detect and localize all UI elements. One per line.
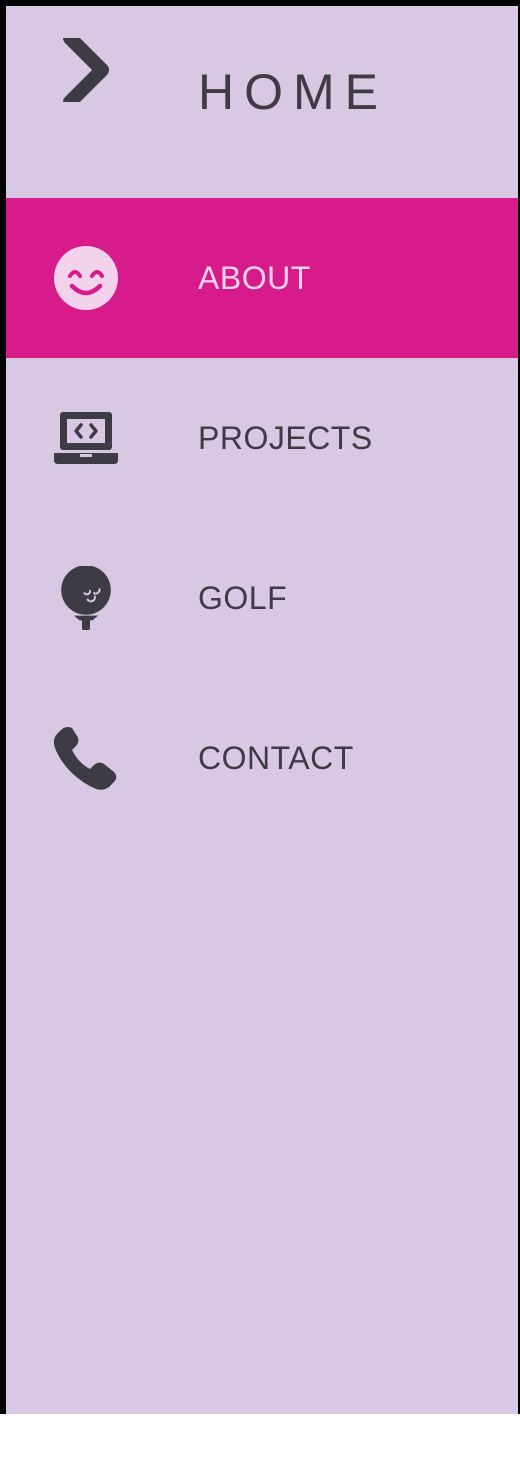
- sidebar-item-label: GOLF: [198, 580, 288, 616]
- sidebar-item-contact[interactable]: CONTACT: [6, 678, 518, 838]
- sidebar-item-projects[interactable]: PROJECTS: [6, 358, 518, 518]
- golf-ball-icon: [61, 566, 111, 630]
- sidebar-item-label: HOME: [198, 64, 388, 120]
- sidebar-nav: HOME ABOUT PROJECTS GOLF CONTACT: [6, 6, 518, 1414]
- sidebar-item-about[interactable]: ABOUT: [6, 198, 518, 358]
- phone-icon: [54, 726, 117, 790]
- sidebar-item-label: PROJECTS: [198, 420, 373, 456]
- laptop-code-icon: [54, 412, 118, 464]
- chevron-right-icon: [63, 38, 109, 102]
- sidebar-item-label: CONTACT: [198, 740, 354, 776]
- sidebar-item-label: ABOUT: [198, 260, 311, 296]
- smiley-icon: [54, 246, 118, 310]
- sidebar-item-golf[interactable]: GOLF: [6, 518, 518, 678]
- sidebar-item-home[interactable]: HOME: [6, 6, 518, 198]
